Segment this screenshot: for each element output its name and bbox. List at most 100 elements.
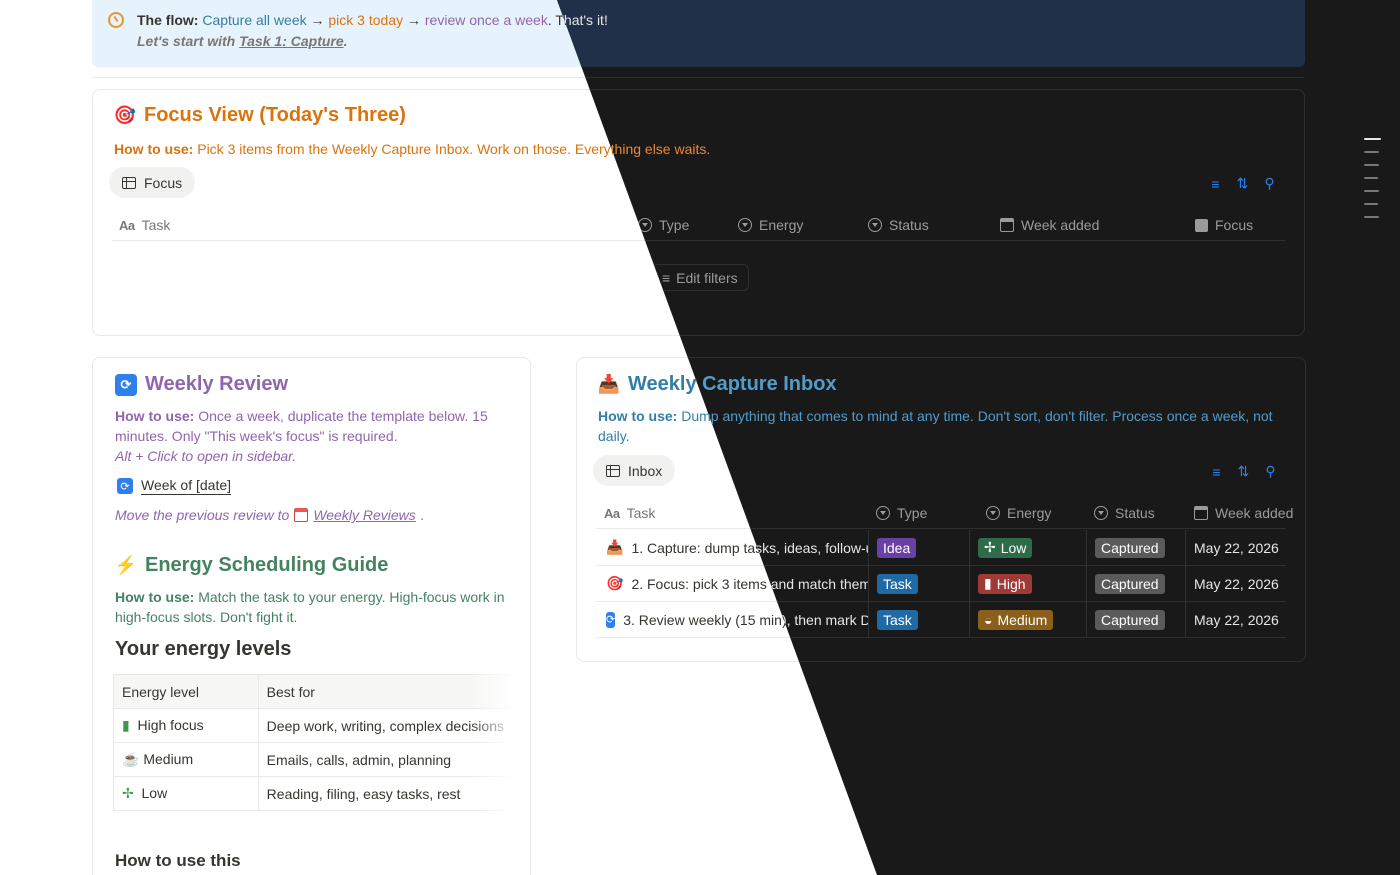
start-suffix: .	[343, 33, 348, 49]
column-status[interactable]: Status	[868, 217, 929, 233]
energy-tag: ▮ High	[978, 573, 1032, 594]
table-header-row: Energy level Best for	[113, 674, 514, 709]
column-energy[interactable]: Energy	[738, 217, 803, 233]
table-row: ☕ Medium Emails, calls, admin, planning	[113, 742, 514, 777]
inbox-view-tab[interactable]: Inbox	[593, 455, 676, 486]
search-icon[interactable]: ⚲	[1262, 175, 1277, 192]
column-energy[interactable]: Energy	[986, 505, 1051, 521]
column-type[interactable]: Type	[638, 217, 689, 233]
review-title-text: Weekly Review	[145, 373, 289, 395]
energy-levels-table: Energy level Best for ▮ High focus Deep …	[113, 674, 514, 811]
energy-cell[interactable]: ▮ High	[970, 566, 1086, 601]
flow-label: The flow:	[137, 12, 199, 28]
column-week-added[interactable]: Week added	[1194, 505, 1293, 521]
sort-icon[interactable]: ⇅	[1236, 463, 1251, 480]
review-how-to: How to use: Once a week, duplicate the t…	[115, 406, 510, 446]
select-prop-icon	[738, 218, 752, 232]
compass-icon	[108, 12, 124, 28]
weekly-reviews-link[interactable]: Weekly Reviews	[313, 507, 415, 523]
edit-filters-label: Edit filters	[676, 269, 738, 286]
status-cell[interactable]: Captured	[1087, 566, 1185, 601]
energy-title-text: Energy Scheduling Guide	[145, 554, 389, 576]
column-week-added[interactable]: Week added	[1000, 217, 1099, 233]
outline-item[interactable]	[1364, 216, 1379, 218]
type-tag: Idea	[877, 537, 917, 558]
outline-item[interactable]	[1364, 203, 1378, 205]
flow-step-review: review once a week	[424, 12, 548, 28]
focus-toolbar: ≡ ⇅ ⚲	[1208, 175, 1277, 192]
filter-icon[interactable]: ≡	[1208, 176, 1223, 192]
outline-item[interactable]	[1364, 190, 1379, 192]
move-prefix: Move the previous review to	[115, 507, 290, 523]
focus-title-text: Focus View (Today's Three)	[144, 104, 406, 126]
column-label: Week added	[1215, 505, 1294, 521]
task-1-link[interactable]: Task 1: Capture	[239, 33, 344, 49]
search-icon[interactable]: ⚲	[1263, 463, 1278, 480]
filter-icon[interactable]: ≡	[1209, 464, 1224, 480]
edit-filters-button[interactable]: ≡ Edit filters	[651, 264, 749, 291]
column-label: Week added	[1021, 217, 1100, 233]
column-task[interactable]: Aa Task	[119, 217, 170, 233]
target-icon: 🎯	[113, 105, 137, 125]
week-cell[interactable]: May 22, 2026	[1186, 566, 1286, 601]
inbox-toolbar: ≡ ⇅ ⚲	[1209, 463, 1278, 480]
how-label: How to use:	[115, 589, 195, 605]
calendar-icon	[1194, 506, 1208, 520]
table-row: ▮ High focus Deep work, writing, complex…	[113, 708, 514, 743]
coffee-icon: ☕	[122, 751, 140, 767]
table-row: ✢ Low Reading, filing, easy tasks, rest	[113, 776, 514, 811]
how-label: How to use:	[115, 408, 195, 424]
bowl-icon: ◒	[984, 611, 993, 628]
energy-levels-heading: Your energy levels	[115, 638, 292, 660]
sort-icon[interactable]: ⇅	[1235, 175, 1250, 192]
sync-icon: ⟳	[117, 478, 133, 494]
calendar-icon	[1000, 218, 1014, 232]
alt-click-hint: Alt + Click to open in sidebar.	[115, 448, 297, 464]
focus-view-tab[interactable]: Focus	[109, 167, 196, 198]
column-task[interactable]: Aa Task	[604, 505, 655, 521]
how-label: How to use:	[114, 141, 194, 157]
select-prop-icon	[868, 218, 882, 232]
column-focus[interactable]: Focus	[1195, 217, 1253, 233]
type-tag: Task	[877, 609, 918, 630]
select-prop-icon	[876, 506, 890, 520]
how-to-use-heading: How to use this	[115, 851, 241, 870]
select-prop-icon	[986, 506, 1000, 520]
how-label: How to use:	[598, 408, 678, 424]
outline-item[interactable]	[1364, 164, 1379, 166]
week-cell[interactable]: May 22, 2026	[1186, 530, 1286, 565]
week-template-button[interactable]: ⟳ Week of [date]	[117, 477, 232, 495]
start-line: Let's start with Task 1: Capture.	[137, 33, 348, 49]
column-label: Task	[626, 505, 656, 521]
herb-icon: ✢	[122, 785, 134, 801]
outline-item[interactable]	[1364, 138, 1381, 140]
type-cell[interactable]: Task	[869, 566, 969, 601]
lightning-icon: ⚡	[114, 555, 138, 575]
energy-tag: ◒ Medium	[978, 609, 1054, 630]
type-cell[interactable]: Idea	[869, 530, 969, 565]
sync-icon: ⟳	[606, 611, 616, 628]
page-outline-nav[interactable]	[1364, 138, 1381, 229]
energy-cell[interactable]: ✢ Low	[970, 530, 1086, 565]
flow-step-pick: pick 3 today	[328, 12, 404, 28]
status-tag: Captured	[1095, 573, 1165, 594]
header-energy-level: Energy level	[113, 674, 259, 709]
energy-label: Low	[1000, 539, 1027, 556]
table-icon	[122, 176, 136, 189]
review-title: ⟳ Weekly Review	[115, 373, 288, 396]
status-cell[interactable]: Captured	[1087, 530, 1185, 565]
column-status[interactable]: Status	[1094, 505, 1155, 521]
view-label: Focus	[144, 174, 183, 191]
focus-title: 🎯 Focus View (Today's Three)	[114, 104, 406, 127]
energy-level-cell: ☕ Medium	[113, 742, 259, 777]
type-cell[interactable]: Task	[869, 602, 969, 637]
column-label: Type	[659, 217, 690, 233]
column-type[interactable]: Type	[876, 505, 927, 521]
outline-item[interactable]	[1364, 151, 1379, 153]
checkbox-icon	[1195, 218, 1208, 232]
energy-cell[interactable]: ◒ Medium	[970, 602, 1086, 637]
status-cell[interactable]: Captured	[1087, 602, 1185, 637]
outline-item[interactable]	[1364, 177, 1378, 179]
week-cell[interactable]: May 22, 2026	[1186, 602, 1286, 637]
filter-icon: ≡	[662, 269, 671, 286]
